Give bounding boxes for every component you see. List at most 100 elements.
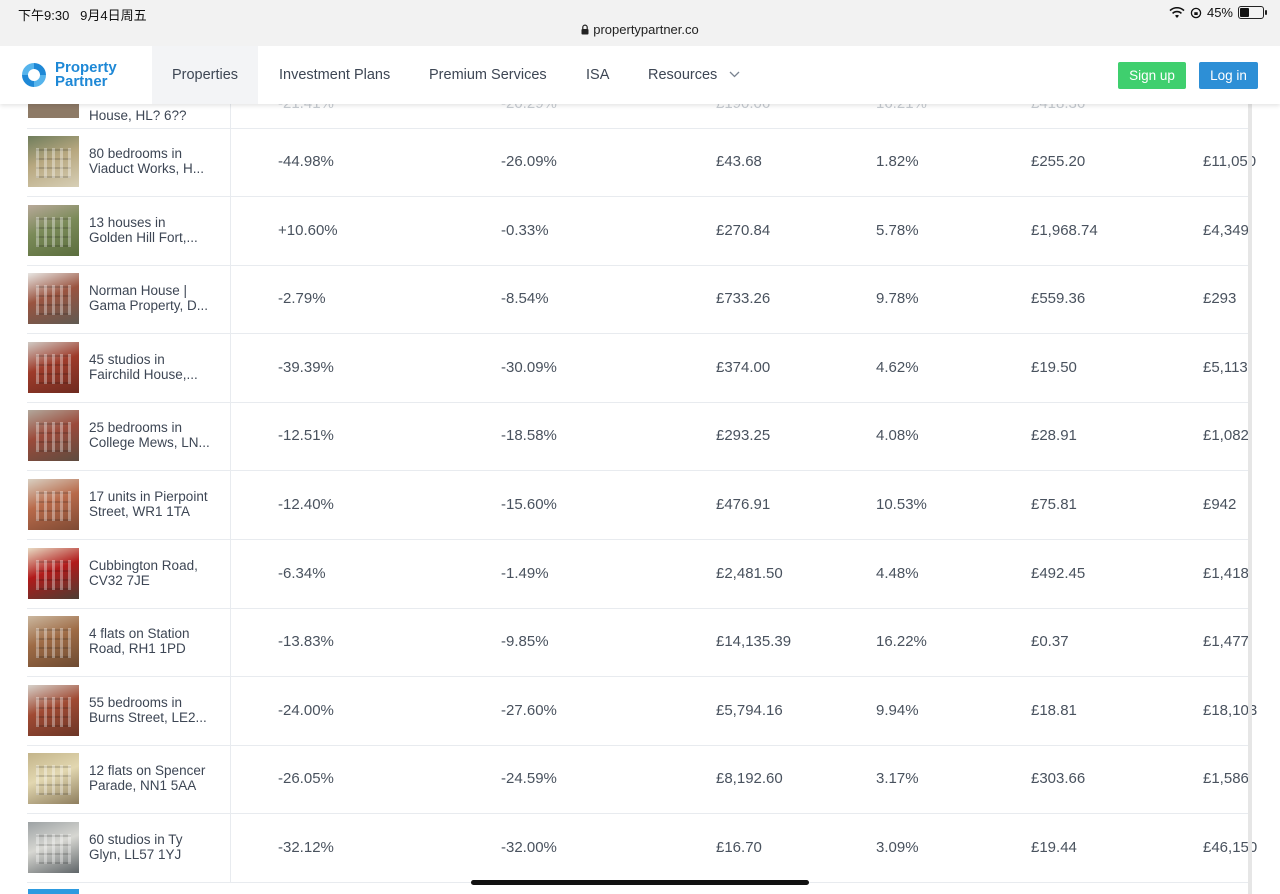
cell-amount: £28.91 — [1031, 427, 1077, 445]
top-navigation: Property Partner Properties Investment P… — [0, 46, 1280, 104]
cell-amount: £559.36 — [1031, 290, 1086, 308]
cell-amount: £18.81 — [1031, 701, 1077, 719]
cell-yield: 1.82% — [876, 153, 919, 170]
table-row[interactable]: 80 bedrooms in Viaduct Works, H... -44.98%… — [27, 128, 1256, 197]
property-thumbnail — [28, 136, 79, 187]
property-name[interactable]: 55 bedrooms in Burns Street, LE2... — [89, 695, 225, 725]
cell-change-b: -32.00% — [501, 839, 557, 856]
property-name-line: House, HL? 6?? — [89, 108, 187, 123]
url-text: propertypartner.co — [593, 22, 699, 37]
vertical-scrollbar[interactable] — [1248, 104, 1252, 894]
logo[interactable]: Property Partner — [19, 60, 117, 90]
cell-change-a: -12.40% — [278, 496, 334, 513]
cell-change-b: -24.59% — [501, 770, 557, 788]
property-name-cell: 80 bedrooms in Viaduct Works, H... — [27, 128, 231, 196]
property-name-line2: Glyn, LL57 1YJ — [89, 847, 182, 862]
property-thumbnail — [28, 616, 79, 668]
table-row[interactable]: 17 units in Pierpoint Street, WR1 1TA -12.… — [27, 471, 1251, 540]
cell-price: £5,794.16 — [716, 701, 783, 719]
cell-change-a: -2.79% — [278, 290, 326, 308]
property-name-cell: 13 houses in Golden Hill Fort,... — [27, 196, 231, 265]
lock-icon — [581, 24, 589, 35]
nav-properties[interactable]: Properties — [152, 46, 258, 104]
cell-change-b: -18.58% — [501, 427, 557, 445]
nav-investment-plans[interactable]: Investment Plans — [279, 46, 390, 104]
property-name-line2: Road, RH1 1PD — [89, 641, 186, 657]
property-name-line1: 45 studios in — [89, 351, 165, 367]
cell-amount: £0.37 — [1031, 633, 1069, 651]
battery-fill — [1240, 8, 1249, 17]
property-thumbnail — [28, 479, 79, 530]
property-name-line2: CV32 7JE — [89, 572, 150, 588]
table-row[interactable]: 45 studios in Fairchild House,... -39.39% -… — [27, 333, 1251, 403]
property-name[interactable]: 17 units in Pierpoint Street, WR1 1TA — [89, 489, 225, 519]
table-row[interactable]: 60 studios in Ty Glyn, LL57 1YJ -32.12% -32… — [27, 814, 1257, 883]
logo-text: Property Partner — [55, 60, 117, 89]
cell-change-a: +10.60% — [278, 221, 338, 239]
property-name[interactable]: Norman House | Gama Property, D... — [89, 283, 225, 313]
signup-button[interactable]: Sign up — [1118, 62, 1186, 89]
property-name-line2: Golden Hill Fort,... — [89, 229, 198, 245]
cell-price: £8,192.60 — [716, 770, 783, 788]
status-clock: 下午9:30 — [18, 8, 70, 23]
table-row[interactable]: Norman House | Gama Property, D... -2.79% -… — [27, 265, 1251, 335]
property-thumbnail — [28, 684, 79, 736]
property-name[interactable]: 80 bedrooms in Viaduct Works, H... — [89, 146, 225, 176]
property-name[interactable]: 60 studios in Ty Glyn, LL57 1YJ — [89, 832, 225, 862]
cell-yield: 16.22% — [876, 633, 927, 651]
home-indicator[interactable] — [471, 880, 809, 885]
property-name-line1: 60 studios in Ty — [89, 832, 183, 847]
cell-change-a: -13.83% — [278, 633, 334, 651]
cell-amount: £1,968.74 — [1031, 221, 1098, 239]
property-name[interactable]: 4 flats on Station Road, RH1 1PD — [89, 626, 225, 656]
cell-capital: £4,349 — [1203, 221, 1249, 239]
cell-price: £14,135.39 — [716, 633, 792, 651]
nav-resources-label: Resources — [648, 67, 718, 83]
property-thumbnail — [28, 753, 79, 805]
cell-change-b: -8.54% — [501, 290, 549, 308]
property-name-line1: 17 units in Pierpoint — [89, 489, 208, 504]
property-name[interactable]: 13 houses in Golden Hill Fort,... — [89, 215, 225, 245]
cell-capital: £1,586 — [1203, 770, 1249, 788]
table-row[interactable]: 12 flats on Spencer Parade, NN1 5AA -26.05… — [27, 745, 1251, 815]
property-name-cell: 12 flats on Spencer Parade, NN1 5AA — [27, 745, 231, 814]
property-thumbnail — [28, 547, 79, 599]
cell-yield: 10.53% — [876, 496, 927, 513]
property-name[interactable]: 45 studios in Fairchild House,... — [89, 352, 225, 382]
address-bar[interactable]: propertypartner.co — [0, 22, 1280, 37]
cell-change-b: -27.60% — [501, 701, 557, 719]
battery-percent: 45% — [1206, 5, 1233, 20]
nav-isa[interactable]: ISA — [586, 46, 609, 104]
cell-amount: £303.66 — [1031, 770, 1086, 788]
property-name-line2: Parade, NN1 5AA — [89, 778, 197, 794]
cell-amount: £75.81 — [1031, 496, 1077, 513]
property-thumbnail — [28, 341, 79, 393]
property-name[interactable]: 25 bedrooms in College Mews, LN... — [89, 420, 225, 450]
property-name[interactable]: 12 flats on Spencer Parade, NN1 5AA — [89, 763, 225, 793]
property-name-cell: Cubbington Road, CV32 7JE — [27, 539, 231, 608]
cell-change-b: -9.85% — [501, 633, 549, 651]
nav-resources[interactable]: Resources — [648, 46, 740, 104]
cell-change-a: -26.05% — [278, 770, 334, 788]
cell-amount: £255.20 — [1031, 153, 1086, 170]
properties-table: House, HL? 6?? -21.41%-20.29%£190.0616.2… — [27, 60, 1257, 894]
login-button[interactable]: Log in — [1199, 62, 1258, 89]
property-name-line1: 80 bedrooms in — [89, 146, 183, 161]
table-row[interactable]: 55 bedrooms in Burns Street, LE2... -24.00… — [27, 676, 1257, 746]
status-bar: 下午9:30 9月4日周五 45% propertypartner.co — [0, 0, 1280, 46]
property-name[interactable]: Cubbington Road, CV32 7JE — [89, 558, 225, 588]
property-name-line2: Street, WR1 1TA — [89, 504, 191, 519]
table-row[interactable]: 25 bedrooms in College Mews, LN... -12.51%… — [27, 402, 1251, 472]
cell-capital: £1,477 — [1203, 633, 1249, 651]
table-row[interactable]: Cubbington Road, CV32 7JE -6.34% -1.49% £2,4… — [27, 539, 1251, 609]
nav-premium-services[interactable]: Premium Services — [429, 46, 547, 104]
chevron-down-icon — [729, 71, 740, 78]
table-row[interactable]: 13 houses in Golden Hill Fort,... +10.60% -… — [27, 196, 1251, 266]
cell-price: £270.84 — [716, 221, 771, 239]
cell-yield: 3.09% — [876, 839, 919, 856]
table-row[interactable]: 4 flats on Station Road, RH1 1PD -13.83% -9… — [27, 608, 1251, 678]
cell-price: £2,481.50 — [716, 564, 783, 582]
cell-yield: 4.62% — [876, 358, 919, 376]
cell-capital: £942 — [1203, 496, 1237, 513]
property-name-line1: 12 flats on Spencer — [89, 763, 206, 779]
